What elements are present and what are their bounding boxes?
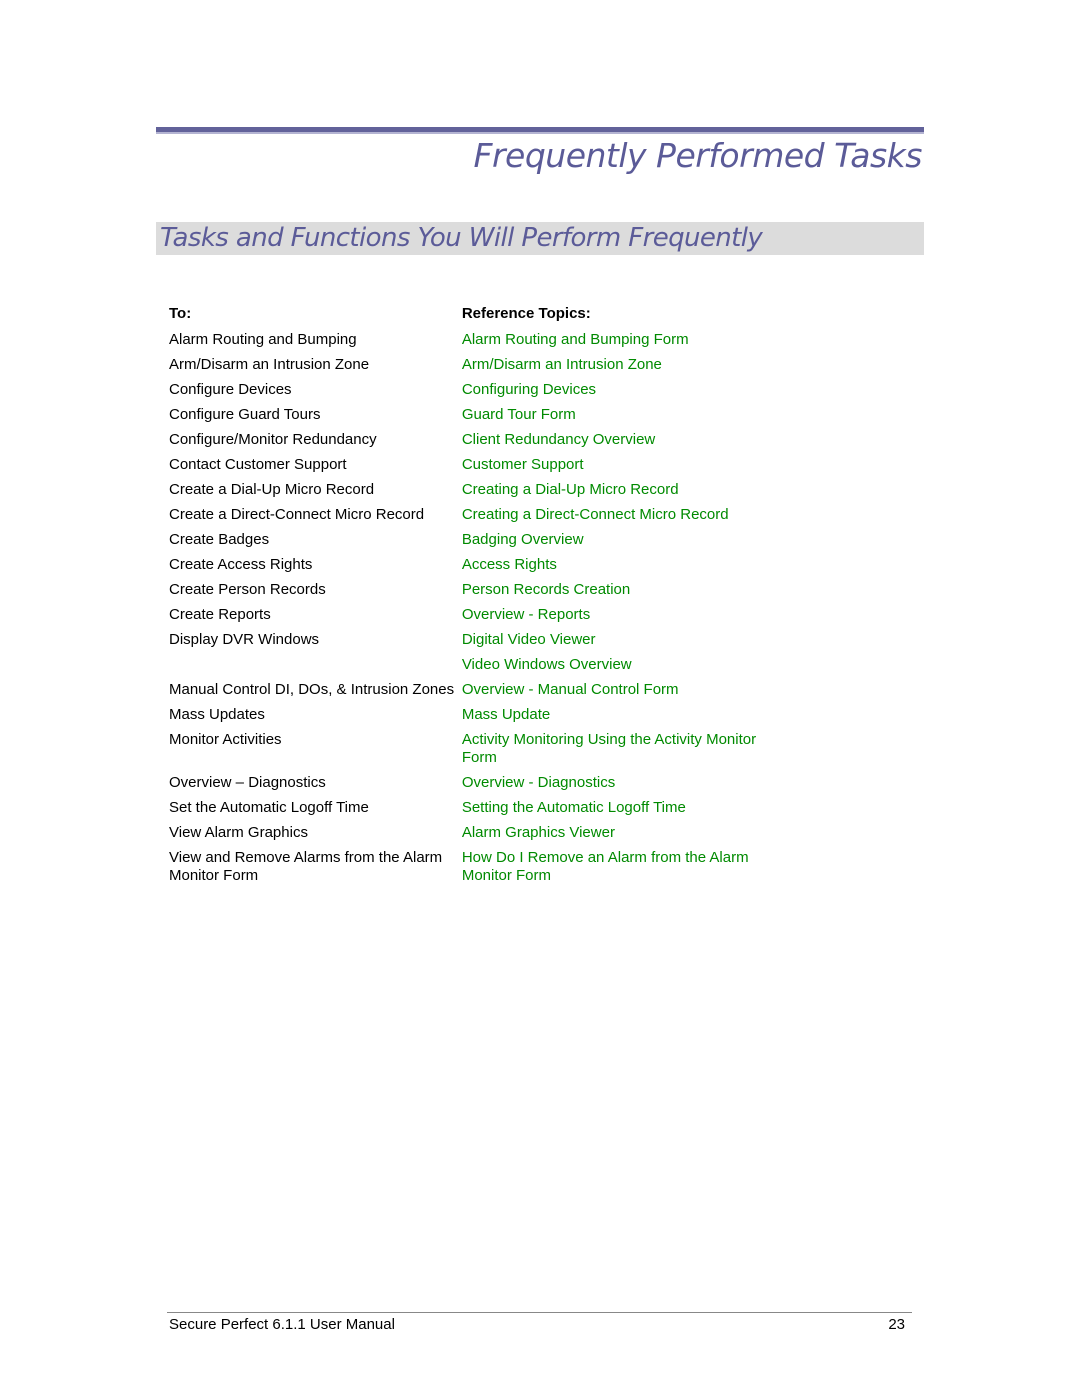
- task-cell: Manual Control DI, DOs, & Intrusion Zone…: [169, 681, 455, 698]
- section-title: Tasks and Functions You Will Perform Fre…: [160, 223, 763, 253]
- reference-cell: Configuring Devices: [462, 381, 769, 406]
- reference-cell: Setting the Automatic Logoff Time: [462, 799, 769, 824]
- reference-topic-link[interactable]: Client Redundancy Overview: [462, 431, 655, 448]
- top-rule-thin: [156, 132, 924, 134]
- table-row: Configure Devices Configuring Devices: [169, 381, 769, 406]
- table-row: Alarm Routing and Bumping Alarm Routing a…: [169, 331, 769, 356]
- table-row: Monitor Activities Activity Monitoring Us…: [169, 731, 769, 774]
- reference-cell: Overview - Manual Control Form: [462, 681, 769, 706]
- task-cell: Configure Devices: [169, 381, 292, 398]
- reference-cell: Guard Tour Form: [462, 406, 769, 431]
- reference-cell: Overview - Diagnostics: [462, 774, 769, 799]
- table-row: Create a Direct-Connect Micro Record Crea…: [169, 506, 769, 531]
- reference-cell: Client Redundancy Overview: [462, 431, 769, 456]
- section-header-bar: Tasks and Functions You Will Perform Fre…: [156, 222, 924, 255]
- table-row: Mass Updates Mass Update: [169, 706, 769, 731]
- column-header-reference-topics: Reference Topics:: [461, 305, 591, 322]
- reference-cell: Creating a Dial-Up Micro Record: [462, 481, 769, 506]
- reference-topic-link[interactable]: Configuring Devices: [462, 381, 596, 398]
- table-row: Overview – Diagnostics Overview - Diagnos…: [169, 774, 769, 799]
- reference-topic-link[interactable]: Digital Video Viewer: [462, 631, 596, 648]
- task-cell: Alarm Routing and Bumping: [169, 331, 357, 348]
- task-cell: Create Access Rights: [169, 556, 313, 573]
- table-row: Set the Automatic Logoff Time Setting the…: [169, 799, 769, 824]
- reference-topic-link[interactable]: Overview - Manual Control Form: [462, 681, 679, 698]
- table-row: Arm/Disarm an Intrusion Zone Arm/Disarm a…: [169, 356, 769, 381]
- reference-topic-link[interactable]: Guard Tour Form: [462, 406, 576, 423]
- task-cell: Create a Dial-Up Micro Record: [169, 481, 375, 498]
- task-cell: Set the Automatic Logoff Time: [169, 799, 369, 816]
- reference-cell: Mass Update: [462, 706, 769, 731]
- table-row: Contact Customer Support Customer Support: [169, 456, 769, 481]
- reference-topic-link[interactable]: Alarm Routing and Bumping Form: [462, 331, 689, 348]
- table-row: Create Access Rights Access Rights: [169, 556, 769, 581]
- footer-manual-title: Secure Perfect 6.1.1 User Manual: [169, 1316, 395, 1333]
- reference-cell: Creating a Direct-Connect Micro Record: [462, 506, 769, 531]
- reference-cell: Alarm Routing and Bumping Form: [462, 331, 769, 356]
- task-cell: Create a Direct-Connect Micro Record: [169, 506, 425, 523]
- task-cell: Create Badges: [169, 531, 270, 548]
- task-cell: Mass Updates: [169, 706, 265, 723]
- task-cell: [169, 656, 462, 681]
- chapter-top-rule: [156, 127, 924, 134]
- table-row: Video Windows Overview: [169, 656, 769, 681]
- reference-cell: How Do I Remove an Alarm from the Alarm …: [462, 849, 769, 892]
- reference-cell: Badging Overview: [462, 531, 769, 556]
- reference-topic-link[interactable]: Alarm Graphics Viewer: [462, 824, 615, 841]
- task-cell: Contact Customer Support: [169, 456, 347, 473]
- task-cell: Arm/Disarm an Intrusion Zone: [169, 356, 370, 373]
- reference-cell: Video Windows Overview: [462, 656, 769, 681]
- table-row: Manual Control DI, DOs, & Intrusion Zone…: [169, 681, 769, 706]
- chapter-title: Frequently Performed Tasks: [473, 136, 922, 175]
- reference-topic-link[interactable]: Person Records Creation: [462, 581, 630, 598]
- reference-cell: Alarm Graphics Viewer: [462, 824, 769, 849]
- reference-topic-link[interactable]: Overview - Reports: [462, 606, 590, 623]
- task-cell: Overview – Diagnostics: [169, 774, 326, 791]
- task-cell: Configure/Monitor Redundancy: [169, 431, 377, 448]
- table-body: Alarm Routing and Bumping Alarm Routing a…: [169, 331, 769, 892]
- task-cell: Monitor Activities: [169, 731, 282, 748]
- tasks-reference-table: To: Reference Topics: Alarm Routing and …: [169, 304, 769, 892]
- task-cell: Configure Guard Tours: [169, 406, 321, 423]
- reference-cell: Digital Video Viewer: [462, 631, 769, 656]
- reference-topic-link[interactable]: Customer Support: [462, 456, 584, 473]
- table-row: Display DVR Windows Digital Video Viewer: [169, 631, 769, 656]
- task-cell: View Alarm Graphics: [169, 824, 308, 841]
- table-header-row: To: Reference Topics:: [169, 304, 769, 331]
- reference-topic-link[interactable]: Creating a Direct-Connect Micro Record: [462, 506, 729, 523]
- table-row: View and Remove Alarms from the Alarm Mo…: [169, 849, 769, 892]
- reference-topic-link[interactable]: Activity Monitoring Using the Activity M…: [462, 731, 756, 766]
- footer-page-number: 23: [888, 1316, 905, 1333]
- table-row: Configure/Monitor Redundancy Client Redun…: [169, 431, 769, 456]
- reference-cell: Overview - Reports: [462, 606, 769, 631]
- reference-topic-link[interactable]: Overview - Diagnostics: [462, 774, 615, 791]
- reference-topic-link[interactable]: How Do I Remove an Alarm from the Alarm …: [462, 849, 749, 884]
- reference-topic-link[interactable]: Mass Update: [462, 706, 550, 723]
- reference-topic-link[interactable]: Setting the Automatic Logoff Time: [462, 799, 686, 816]
- reference-cell: Access Rights: [462, 556, 769, 581]
- reference-topic-link[interactable]: Badging Overview: [462, 531, 584, 548]
- table-row: Configure Guard Tours Guard Tour Form: [169, 406, 769, 431]
- task-cell: View and Remove Alarms from the Alarm Mo…: [169, 849, 443, 884]
- reference-cell: Person Records Creation: [462, 581, 769, 606]
- table-row: Create Badges Badging Overview: [169, 531, 769, 556]
- table-row: Create Reports Overview - Reports: [169, 606, 769, 631]
- reference-cell: Customer Support: [462, 456, 769, 481]
- task-cell: Create Reports: [169, 606, 271, 623]
- reference-topic-link[interactable]: Creating a Dial-Up Micro Record: [462, 481, 679, 498]
- reference-cell: Arm/Disarm an Intrusion Zone: [462, 356, 769, 381]
- reference-topic-link[interactable]: Arm/Disarm an Intrusion Zone: [462, 356, 662, 373]
- footer-rule: [167, 1312, 912, 1313]
- task-cell: Create Person Records: [169, 581, 326, 598]
- reference-cell: Activity Monitoring Using the Activity M…: [462, 731, 769, 774]
- reference-topic-link[interactable]: Video Windows Overview: [462, 656, 632, 673]
- reference-topic-link[interactable]: Access Rights: [462, 556, 557, 573]
- table-row: View Alarm Graphics Alarm Graphics Viewer: [169, 824, 769, 849]
- column-header-to: To:: [169, 305, 192, 322]
- task-cell: Display DVR Windows: [169, 631, 320, 648]
- table-row: Create a Dial-Up Micro Record Creating a …: [169, 481, 769, 506]
- table-row: Create Person Records Person Records Crea…: [169, 581, 769, 606]
